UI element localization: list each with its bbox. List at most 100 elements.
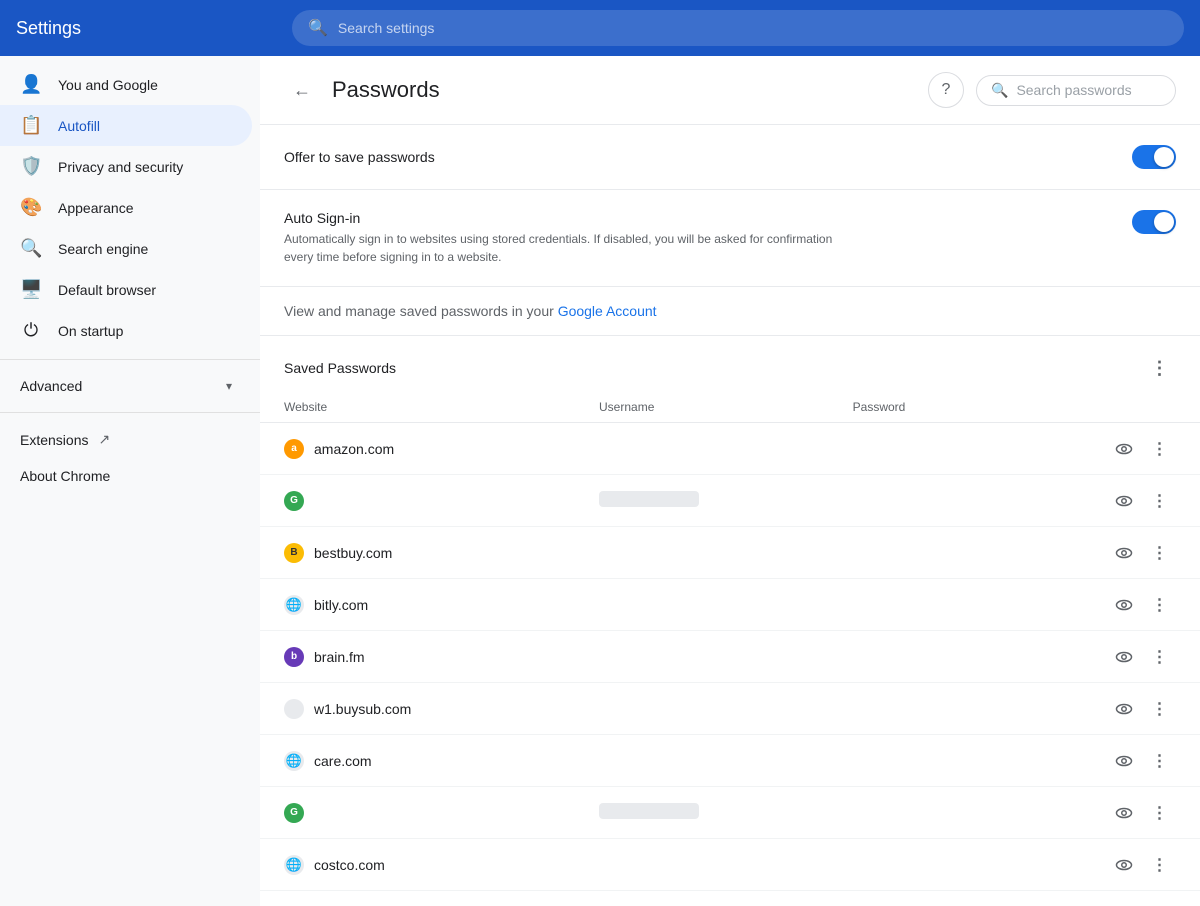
startup-icon: ⏻ (20, 320, 42, 341)
sidebar-item-about-chrome[interactable]: About Chrome (0, 458, 260, 494)
google-account-link[interactable]: Google Account (558, 303, 657, 319)
sidebar-label-privacy-security: Privacy and security (58, 159, 183, 175)
actions-cell: ⋮ (1001, 839, 1200, 891)
auto-signin-title: Auto Sign-in (284, 210, 844, 226)
toggle-thumb-2 (1154, 212, 1174, 232)
password-cell (829, 839, 1002, 891)
more-options-button[interactable]: ⋮ (1144, 849, 1176, 881)
username-hidden (599, 491, 699, 507)
username-cell (575, 579, 829, 631)
three-dots-icon: ⋮ (1152, 751, 1169, 771)
main-content: ← Passwords ? 🔍 Offer to save passwords … (260, 56, 1200, 906)
sidebar-advanced-toggle[interactable]: Advanced ▾ (0, 368, 252, 404)
show-password-button[interactable] (1108, 589, 1140, 621)
help-button[interactable]: ? (928, 72, 964, 108)
sidebar-divider-2 (0, 412, 260, 413)
sidebar-label-search-engine: Search engine (58, 241, 148, 257)
table-row: G ⋮ (260, 787, 1200, 839)
site-name: costco.com (314, 857, 385, 873)
more-options-button[interactable]: ⋮ (1144, 693, 1176, 725)
settings-search-bar[interactable]: 🔍 (292, 10, 1184, 46)
password-search-input[interactable] (1016, 82, 1156, 98)
website-cell: 🌐 crowdspring.com (260, 891, 575, 906)
sidebar-item-you-and-google[interactable]: 👤 You and Google (0, 64, 252, 105)
shield-icon: 🛡️ (20, 156, 42, 177)
password-search-bar[interactable]: 🔍 (976, 75, 1176, 106)
website-cell: 🌐 bitly.com (260, 579, 575, 631)
site-favicon: 🌐 (284, 855, 304, 875)
password-cell (829, 683, 1002, 735)
show-password-button[interactable] (1108, 693, 1140, 725)
more-options-button[interactable]: ⋮ (1144, 901, 1176, 906)
sidebar-label-you-and-google: You and Google (58, 77, 158, 93)
settings-search-input[interactable] (338, 20, 1168, 36)
more-options-button[interactable]: ⋮ (1144, 485, 1176, 517)
sidebar-item-on-startup[interactable]: ⏻ On startup (0, 310, 252, 351)
sidebar: 👤 You and Google 📋 Autofill 🛡️ Privacy a… (0, 56, 260, 906)
table-row: B bestbuy.com ⋮ (260, 527, 1200, 579)
show-password-button[interactable] (1108, 537, 1140, 569)
show-password-button[interactable] (1108, 797, 1140, 829)
username-cell (575, 683, 829, 735)
website-cell: 🌐 costco.com (260, 839, 575, 891)
site-favicon: G (284, 803, 304, 823)
more-options-button[interactable]: ⋮ (1144, 745, 1176, 777)
back-button[interactable]: ← (284, 72, 320, 108)
more-options-button[interactable]: ⋮ (1144, 537, 1176, 569)
page-title: Passwords (332, 77, 916, 103)
extensions-label: Extensions (20, 432, 88, 448)
sidebar-item-extensions[interactable]: Extensions ↗ (0, 421, 260, 458)
site-favicon: B (284, 543, 304, 563)
more-options-button[interactable]: ⋮ (1144, 641, 1176, 673)
sidebar-item-privacy-security[interactable]: 🛡️ Privacy and security (0, 146, 252, 187)
auto-signin-row: Auto Sign-in Automatically sign in to we… (260, 190, 1200, 287)
website-cell: G (260, 475, 575, 527)
auto-signin-text: Auto Sign-in Automatically sign in to we… (284, 210, 844, 266)
password-search-icon: 🔍 (991, 82, 1008, 99)
sidebar-label-appearance: Appearance (58, 200, 134, 216)
table-row: 🌐 costco.com ⋮ (260, 839, 1200, 891)
show-password-button[interactable] (1108, 433, 1140, 465)
show-password-button[interactable] (1108, 485, 1140, 517)
actions-cell: ⋮ (1001, 683, 1200, 735)
person-icon: 👤 (20, 74, 42, 95)
show-password-button[interactable] (1108, 745, 1140, 777)
more-options-button[interactable]: ⋮ (1144, 433, 1176, 465)
show-password-button[interactable] (1108, 849, 1140, 881)
auto-signin-toggle[interactable] (1132, 210, 1176, 234)
username-cell (575, 475, 829, 527)
password-cell (829, 891, 1002, 906)
appearance-icon: 🎨 (20, 197, 42, 218)
sidebar-item-appearance[interactable]: 🎨 Appearance (0, 187, 252, 228)
saved-passwords-more-button[interactable]: ⋮ (1144, 352, 1176, 384)
more-options-button[interactable]: ⋮ (1144, 797, 1176, 829)
show-password-button[interactable] (1108, 641, 1140, 673)
site-name: bitly.com (314, 597, 368, 613)
offer-save-row: Offer to save passwords (260, 125, 1200, 190)
offer-save-toggle[interactable] (1132, 145, 1176, 169)
username-cell (575, 631, 829, 683)
website-cell: b brain.fm (260, 631, 575, 683)
search-icon: 🔍 (308, 18, 328, 38)
saved-passwords-header: Saved Passwords ⋮ (260, 336, 1200, 392)
saved-passwords-title: Saved Passwords (284, 360, 396, 376)
site-favicon: 🌐 (284, 595, 304, 615)
site-favicon: a (284, 439, 304, 459)
sidebar-label-autofill: Autofill (58, 118, 100, 134)
actions-cell: ⋮ (1001, 735, 1200, 787)
password-cell (829, 735, 1002, 787)
show-password-button[interactable] (1108, 901, 1140, 906)
table-row: G ⋮ (260, 475, 1200, 527)
google-account-row: View and manage saved passwords in your … (260, 287, 1200, 336)
site-favicon (284, 699, 304, 719)
more-options-button[interactable]: ⋮ (1144, 589, 1176, 621)
site-name: care.com (314, 753, 372, 769)
username-hidden (599, 803, 699, 819)
main-layout: 👤 You and Google 📋 Autofill 🛡️ Privacy a… (0, 56, 1200, 906)
sidebar-item-search-engine[interactable]: 🔍 Search engine (0, 228, 252, 269)
column-header-username: Username (575, 392, 829, 423)
site-favicon: b (284, 647, 304, 667)
sidebar-item-autofill[interactable]: 📋 Autofill (0, 105, 252, 146)
chevron-down-icon: ▾ (226, 379, 232, 393)
sidebar-item-default-browser[interactable]: 🖥️ Default browser (0, 269, 252, 310)
